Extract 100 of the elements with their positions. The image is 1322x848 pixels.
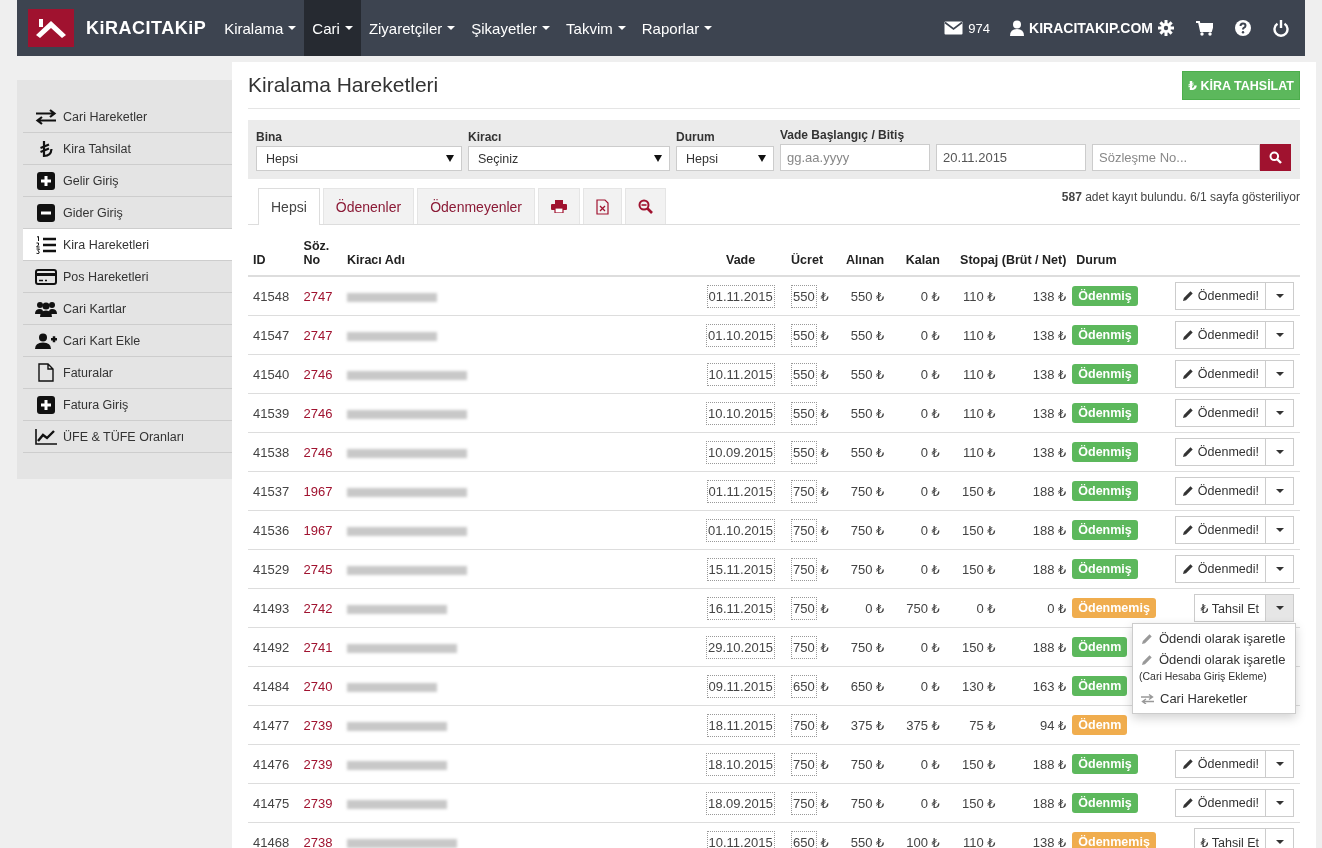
contract-number[interactable]: 2739: [303, 756, 333, 772]
fee-amount[interactable]: 750: [791, 791, 817, 815]
tab[interactable]: Ödenenler: [322, 188, 415, 224]
sidebar-item[interactable]: Cari Hareketler: [23, 101, 232, 133]
dropdown-toggle[interactable]: [1266, 828, 1294, 848]
contract-number[interactable]: 2741: [303, 639, 333, 655]
contract-number[interactable]: 1967: [303, 483, 333, 499]
due-date[interactable]: 01.10.2015: [706, 323, 776, 347]
due-date[interactable]: 01.10.2015: [706, 518, 776, 542]
fee-amount[interactable]: 550: [791, 323, 817, 347]
fee-amount[interactable]: 750: [791, 635, 817, 659]
dropdown-toggle[interactable]: [1266, 438, 1294, 466]
due-date[interactable]: 10.11.2015: [706, 362, 775, 386]
dropdown-toggle[interactable]: [1266, 282, 1294, 310]
due-date[interactable]: 18.10.2015: [706, 752, 776, 776]
zoom-tab[interactable]: [625, 188, 666, 224]
mark-unpaid-button[interactable]: Ödenmedi!: [1174, 555, 1266, 583]
mark-unpaid-button[interactable]: Ödenmedi!: [1174, 321, 1266, 349]
due-date[interactable]: 10.09.2015: [706, 440, 776, 464]
contract-number[interactable]: 2746: [303, 405, 333, 421]
sidebar-item[interactable]: Kira Tahsilat: [23, 133, 232, 165]
select-field[interactable]: Hepsi: [256, 146, 462, 171]
due-date[interactable]: 18.11.2015: [706, 713, 775, 737]
dropdown-toggle[interactable]: [1266, 555, 1294, 583]
sidebar-item[interactable]: Kira Hareketleri: [23, 229, 232, 261]
search-field[interactable]: Sözleşme No...: [1092, 144, 1260, 171]
fee-amount[interactable]: 550: [791, 362, 817, 386]
contract-number[interactable]: 2739: [303, 795, 333, 811]
mark-unpaid-button[interactable]: Ödenmedi!: [1174, 750, 1266, 778]
due-date[interactable]: 15.11.2015: [706, 557, 775, 581]
dropdown-toggle[interactable]: [1266, 516, 1294, 544]
fee-amount[interactable]: 750: [791, 752, 817, 776]
fee-amount[interactable]: 650: [791, 674, 817, 698]
user-name[interactable]: KIRACITAKIP.COM: [1029, 20, 1153, 36]
nav-menu[interactable]: Kiralama: [216, 0, 305, 56]
logo-icon[interactable]: [28, 9, 74, 47]
contract-number[interactable]: 2746: [303, 366, 333, 382]
mark-unpaid-button[interactable]: Ödenmedi!: [1174, 477, 1266, 505]
dropdown-toggle[interactable]: [1266, 594, 1294, 622]
fee-amount[interactable]: 750: [791, 518, 817, 542]
contract-number[interactable]: 2740: [303, 678, 333, 694]
due-date[interactable]: 29.10.2015: [706, 635, 776, 659]
dropdown-toggle[interactable]: [1266, 750, 1294, 778]
mail-count[interactable]: 974: [968, 20, 991, 36]
collect-button[interactable]: ₺ Tahsil Et: [1193, 594, 1266, 622]
date-field[interactable]: gg.aa.yyyy: [780, 144, 930, 171]
due-date[interactable]: 01.11.2015: [706, 284, 775, 308]
collect-button[interactable]: ₺ Tahsil Et: [1193, 828, 1266, 848]
menu-item[interactable]: Ödendi olarak işaretle: [1133, 649, 1295, 670]
contract-number[interactable]: 2746: [303, 444, 333, 460]
mark-unpaid-button[interactable]: Ödenmedi!: [1174, 360, 1266, 388]
sidebar-item[interactable]: Pos Hareketleri: [23, 261, 232, 293]
contract-number[interactable]: 2747: [303, 288, 333, 304]
fee-amount[interactable]: 750: [791, 557, 817, 581]
print-tab[interactable]: [538, 188, 580, 224]
due-date[interactable]: 10.11.2015: [706, 830, 775, 848]
due-date[interactable]: 18.09.2015: [706, 791, 776, 815]
fee-amount[interactable]: 550: [791, 284, 817, 308]
due-date[interactable]: 16.11.2015: [706, 596, 775, 620]
nav-menu[interactable]: Raporlar: [633, 0, 721, 56]
contract-number[interactable]: 2738: [303, 834, 333, 848]
select-field[interactable]: Seçiniz: [468, 146, 670, 171]
search-button[interactable]: [1260, 144, 1291, 171]
dropdown-toggle[interactable]: [1266, 399, 1294, 427]
due-date[interactable]: 09.11.2015: [706, 674, 775, 698]
sidebar-item[interactable]: Gelir Giriş: [23, 165, 232, 197]
contract-number[interactable]: 2745: [303, 561, 333, 577]
sidebar-item[interactable]: Faturalar: [23, 357, 232, 389]
mark-unpaid-button[interactable]: Ödenmedi!: [1174, 282, 1266, 310]
sidebar-item[interactable]: Fatura Giriş: [23, 389, 232, 421]
contract-number[interactable]: 2742: [303, 600, 333, 616]
fee-amount[interactable]: 550: [791, 440, 817, 464]
mark-unpaid-button[interactable]: Ödenmedi!: [1174, 789, 1266, 817]
fee-amount[interactable]: 750: [791, 596, 817, 620]
tab[interactable]: Hepsi: [258, 188, 320, 225]
excel-export-tab[interactable]: [583, 188, 622, 224]
fee-amount[interactable]: 750: [791, 713, 817, 737]
nav-menu[interactable]: Takvim: [558, 0, 634, 56]
dropdown-toggle[interactable]: [1266, 477, 1294, 505]
nav-menu[interactable]: Şikayetler: [463, 0, 559, 56]
date-field[interactable]: 20.11.2015: [936, 144, 1086, 171]
dropdown-toggle[interactable]: [1266, 789, 1294, 817]
brand-name[interactable]: KiRACITAKiP: [86, 17, 207, 39]
due-date[interactable]: 10.10.2015: [706, 401, 776, 425]
dropdown-toggle[interactable]: [1266, 360, 1294, 388]
sidebar-item[interactable]: Cari Kartlar: [23, 293, 232, 325]
settings-icon[interactable]: [1158, 20, 1174, 36]
power-icon[interactable]: [1273, 19, 1289, 37]
help-icon[interactable]: [1235, 20, 1251, 36]
nav-menu[interactable]: Cari: [304, 0, 361, 56]
sidebar-item[interactable]: ÜFE & TÜFE Oranları: [23, 421, 232, 453]
nav-menu[interactable]: Ziyaretçiler: [360, 0, 464, 56]
contract-number[interactable]: 2747: [303, 327, 333, 343]
select-field[interactable]: Hepsi: [676, 146, 774, 171]
mark-unpaid-button[interactable]: Ödenmedi!: [1174, 516, 1266, 544]
sidebar-item[interactable]: Cari Kart Ekle: [23, 325, 232, 357]
mark-unpaid-button[interactable]: Ödenmedi!: [1174, 399, 1266, 427]
fee-amount[interactable]: 650: [791, 830, 817, 848]
fee-amount[interactable]: 750: [791, 479, 817, 503]
cart-icon[interactable]: [1196, 20, 1213, 36]
